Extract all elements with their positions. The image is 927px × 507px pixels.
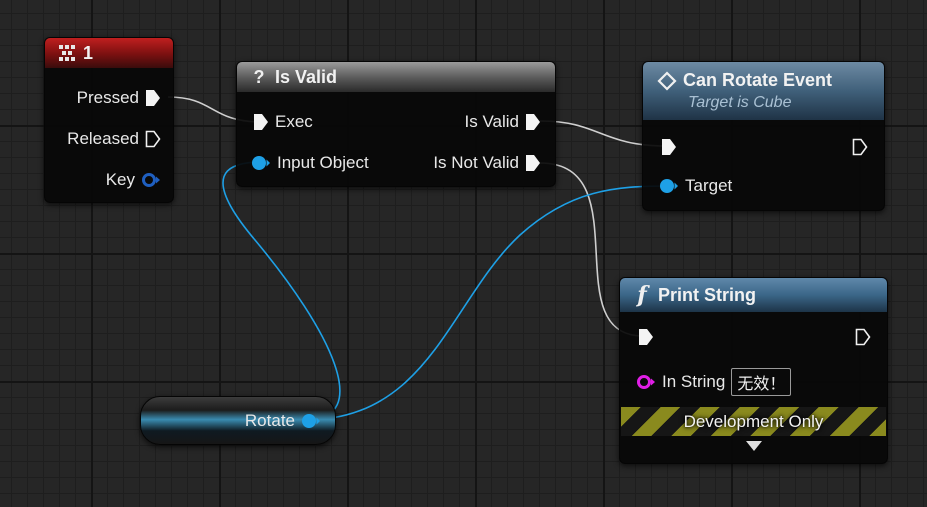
is-valid-node[interactable]: ? Is Valid Exec Input Object Is Valid Is… xyxy=(236,61,556,187)
function-icon: f xyxy=(637,282,647,308)
in-string-label: In String xyxy=(662,372,726,391)
rotate-variable-label: Rotate xyxy=(244,411,295,430)
development-only-label: Development Only xyxy=(683,411,824,431)
input-object-pin[interactable] xyxy=(251,155,271,171)
pressed-exec-pin[interactable] xyxy=(145,89,161,107)
print-string-exec-in-pin[interactable] xyxy=(638,328,654,346)
target-pin-row[interactable]: Target xyxy=(659,176,732,196)
in-string-pin[interactable] xyxy=(636,374,656,390)
pressed-label: Pressed xyxy=(76,88,139,107)
target-label: Target xyxy=(685,176,733,195)
print-string-exec-out-pin[interactable] xyxy=(855,328,871,346)
exec-label: Exec xyxy=(275,112,313,131)
can-rotate-exec-out-pin[interactable] xyxy=(852,138,868,156)
rotate-variable-node[interactable]: Rotate xyxy=(140,396,336,445)
is-valid-exec-pin[interactable] xyxy=(525,113,541,131)
rotate-output-row[interactable]: Rotate xyxy=(245,411,321,431)
key-label: Key xyxy=(105,170,135,189)
exec-input-pin[interactable] xyxy=(253,113,269,131)
object-wire-rotate-to-input xyxy=(222,161,341,421)
can-rotate-exec-in-pin[interactable] xyxy=(661,138,677,156)
keyboard-icon xyxy=(57,44,77,62)
rotate-output-pin[interactable] xyxy=(301,413,321,429)
expand-arrow-icon[interactable] xyxy=(745,440,763,452)
print-string-title: Print String xyxy=(658,284,756,305)
is-valid-header[interactable]: ? Is Valid xyxy=(237,62,555,92)
released-label: Released xyxy=(67,129,139,148)
is-valid-output-row[interactable]: Is Valid xyxy=(465,112,542,132)
in-string-value-field[interactable]: 无效！ xyxy=(731,368,792,396)
is-not-valid-exec-pin[interactable] xyxy=(525,154,541,172)
development-only-banner: Development Only xyxy=(621,407,886,436)
is-valid-title: Is Valid xyxy=(275,66,338,87)
event-diamond-icon xyxy=(657,70,677,91)
can-rotate-event-node[interactable]: Can Rotate Event Target is Cube Target xyxy=(642,61,885,211)
is-not-valid-output-label: Is Not Valid xyxy=(433,153,519,172)
question-icon: ? xyxy=(253,66,265,87)
input-object-row[interactable]: Input Object xyxy=(251,153,369,173)
pressed-pin-row[interactable]: Pressed xyxy=(77,88,161,108)
object-wire-rotate-to-target xyxy=(304,185,669,421)
can-rotate-event-subtitle: Target is Cube xyxy=(688,94,792,111)
released-exec-pin[interactable] xyxy=(145,130,161,148)
input-key-event-node[interactable]: 1 Pressed Released Key xyxy=(44,37,174,203)
print-string-header[interactable]: f Print String xyxy=(620,278,887,312)
input-key-event-header[interactable]: 1 xyxy=(45,38,173,68)
exec-input-row[interactable]: Exec xyxy=(253,112,313,132)
in-string-row[interactable]: In String 无效！ xyxy=(636,368,792,396)
target-object-pin[interactable] xyxy=(659,178,679,194)
can-rotate-event-title: Can Rotate Event xyxy=(683,70,833,90)
can-rotate-event-header[interactable]: Can Rotate Event Target is Cube xyxy=(643,62,884,120)
is-valid-output-label: Is Valid xyxy=(464,112,520,131)
print-string-node[interactable]: f Print String In String 无效！ Development… xyxy=(619,277,888,464)
is-not-valid-output-row[interactable]: Is Not Valid xyxy=(433,153,541,173)
key-struct-pin[interactable] xyxy=(141,172,161,188)
key-pin-row[interactable]: Key xyxy=(106,170,161,190)
released-pin-row[interactable]: Released xyxy=(67,129,161,149)
input-object-label: Input Object xyxy=(277,153,369,172)
input-key-event-title: 1 xyxy=(83,42,94,63)
